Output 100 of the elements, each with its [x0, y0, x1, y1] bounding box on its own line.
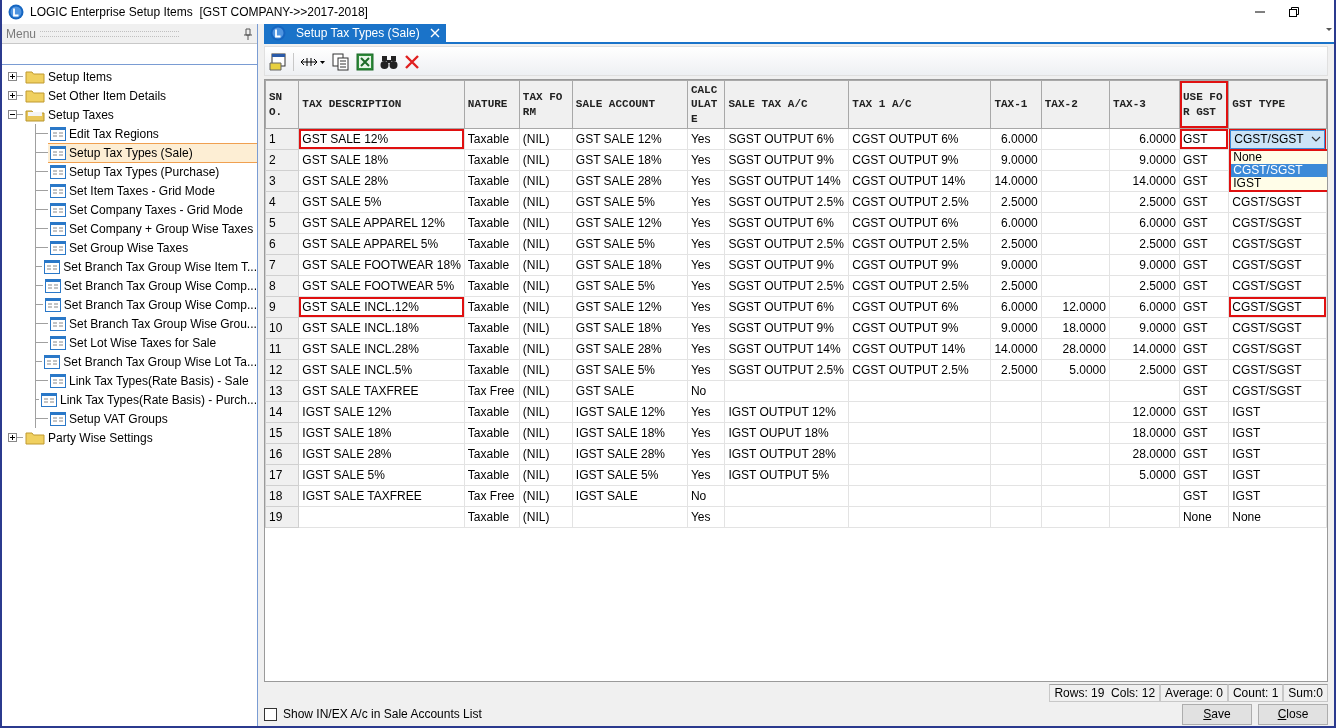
table-cell: Taxable — [464, 296, 520, 318]
column-header: TAX-1 — [990, 80, 1042, 129]
row-number: 14 — [265, 401, 299, 423]
table-cell: CGST/SGST — [1228, 380, 1327, 402]
tree-item[interactable]: Set Branch Tax Group Wise Comp... — [42, 275, 257, 296]
folder-icon — [25, 88, 45, 103]
row-number: 11 — [265, 338, 299, 360]
binoculars-icon[interactable] — [380, 53, 398, 71]
dropdown-option[interactable]: CGST/SGST — [1231, 164, 1327, 177]
table-cell: GST — [1179, 338, 1229, 360]
table-cell: Taxable — [464, 233, 520, 255]
table-cell: GST — [1179, 275, 1229, 297]
tree-item[interactable]: Set Company Taxes - Grid Mode — [48, 199, 257, 220]
tree-item[interactable]: Setup Taxes — [23, 104, 257, 125]
row-number: 6 — [265, 233, 299, 255]
table-cell: CGST OUTPUT 2.5% — [848, 191, 991, 213]
tree-item[interactable]: Set Branch Tax Group Wise Comp... — [42, 294, 257, 315]
table-cell: 14.0000 — [990, 170, 1042, 192]
tree-item[interactable]: Set Branch Tax Group Wise Item T... — [42, 256, 257, 277]
restore-icon[interactable] — [1288, 6, 1300, 18]
show-accounts-checkbox[interactable]: Show IN/EX A/c in Sale Accounts List — [264, 707, 482, 721]
spreadsheet-export-icon[interactable] — [356, 53, 374, 71]
table-cell: (NIL) — [519, 275, 573, 297]
row-number: 18 — [265, 485, 299, 507]
table-cell: (NIL) — [519, 338, 573, 360]
tab[interactable]: Setup Tax Types (Sale) — [264, 24, 446, 42]
row-number: 5 — [265, 212, 299, 234]
column-header: SALE ACCOUNT — [572, 80, 688, 129]
table-cell: GST — [1179, 485, 1229, 507]
table-cell: 14.0000 — [1109, 338, 1180, 360]
form-layout-icon[interactable] — [269, 53, 287, 71]
footer-button[interactable]: Save — [1182, 703, 1252, 725]
copy-icon[interactable] — [332, 53, 350, 71]
table-cell: None — [1179, 506, 1229, 528]
table-cell: CGST/SGST — [1228, 254, 1327, 276]
tree-item[interactable]: Set Branch Tax Group Wise Grou... — [48, 313, 257, 334]
table-cell: (NIL) — [519, 506, 573, 528]
table-cell: (NIL) — [519, 464, 573, 486]
table-cell: Tax Free — [464, 380, 520, 402]
table-cell: GST SALE 18% — [572, 254, 688, 276]
table-cell: GST SALE 18% — [572, 317, 688, 339]
column-header: CALCULATE — [687, 80, 725, 129]
table-cell: GST — [1179, 191, 1229, 213]
pin-icon[interactable] — [243, 27, 253, 40]
table-cell: GST SALE 12% — [572, 212, 688, 234]
tree-item[interactable]: Set Item Taxes - Grid Mode — [48, 180, 257, 201]
open-folder-icon — [25, 107, 45, 122]
table-cell: SGST OUTPUT 2.5% — [724, 359, 849, 381]
tree-item[interactable]: Setup Items — [23, 66, 257, 87]
collapse-icon[interactable] — [8, 110, 17, 119]
expand-icon[interactable] — [8, 433, 17, 442]
table-cell: Yes — [687, 233, 725, 255]
gst-type-dropdown[interactable]: CGST/SGST — [1230, 129, 1325, 149]
table-cell: Taxable — [464, 191, 520, 213]
table-cell: CGST OUTPUT 14% — [848, 170, 991, 192]
table-cell: Taxable — [464, 212, 520, 234]
table-cell: SGST OUTPUT 6% — [724, 128, 849, 150]
table-cell: GST — [1179, 212, 1229, 234]
close-icon[interactable] — [429, 28, 440, 38]
row-number: 19 — [265, 506, 299, 528]
tree-item[interactable]: Set Other Item Details — [23, 85, 257, 106]
tree-item[interactable]: Edit Tax Regions — [48, 123, 257, 144]
tree-item[interactable]: Set Group Wise Taxes — [48, 237, 257, 258]
delete-icon[interactable] — [404, 54, 420, 70]
tree-item[interactable]: Set Lot Wise Taxes for Sale — [48, 332, 257, 353]
table-cell: CGST OUTPUT 9% — [848, 317, 991, 339]
table-cell: Taxable — [464, 443, 520, 465]
table-cell: 6.0000 — [990, 128, 1042, 150]
table-cell: GST — [1179, 443, 1229, 465]
footer-button[interactable]: Close — [1258, 703, 1328, 725]
table-cell: IGST — [1228, 422, 1327, 444]
table-cell: CGST OUTPUT 2.5% — [848, 275, 991, 297]
form-icon — [44, 259, 61, 274]
expand-icon[interactable] — [8, 72, 17, 81]
tree-item[interactable]: Party Wise Settings — [23, 427, 257, 448]
table-cell: GST SALE 12% — [298, 128, 465, 150]
table-cell: (NIL) — [519, 317, 573, 339]
form-icon — [50, 335, 66, 350]
form-icon — [50, 145, 66, 160]
column-width-icon[interactable] — [300, 56, 326, 68]
table-cell: GST — [1179, 464, 1229, 486]
tree-item[interactable]: Setup Tax Types (Sale) — [48, 142, 257, 163]
tree-item[interactable]: Set Company + Group Wise Taxes — [48, 218, 257, 239]
table-cell: 6.0000 — [990, 296, 1042, 318]
tree-item[interactable]: Set Branch Tax Group Wise Lot Ta... — [42, 351, 257, 372]
table-cell: GST SALE 12% — [572, 296, 688, 318]
table-cell: Yes — [687, 317, 725, 339]
table-cell: 9.0000 — [990, 254, 1042, 276]
tree-item[interactable]: Setup VAT Groups — [48, 408, 257, 429]
folder-icon — [25, 69, 45, 84]
table-cell: IGST OUTPUT 28% — [724, 443, 849, 465]
expand-icon[interactable] — [8, 91, 17, 100]
tree-item[interactable]: Link Tax Types(Rate Basis) - Purch... — [39, 389, 257, 410]
tree-item[interactable]: Link Tax Types(Rate Basis) - Sale — [48, 370, 257, 391]
table-cell: IGST SALE 28% — [572, 443, 688, 465]
table-cell: IGST OUTPUT 5% — [724, 464, 849, 486]
table-cell: GST — [1179, 149, 1229, 171]
table-cell: 6.0000 — [1109, 296, 1180, 318]
table-cell: Yes — [687, 254, 725, 276]
tree-item[interactable]: Setup Tax Types (Purchase) — [48, 161, 257, 182]
